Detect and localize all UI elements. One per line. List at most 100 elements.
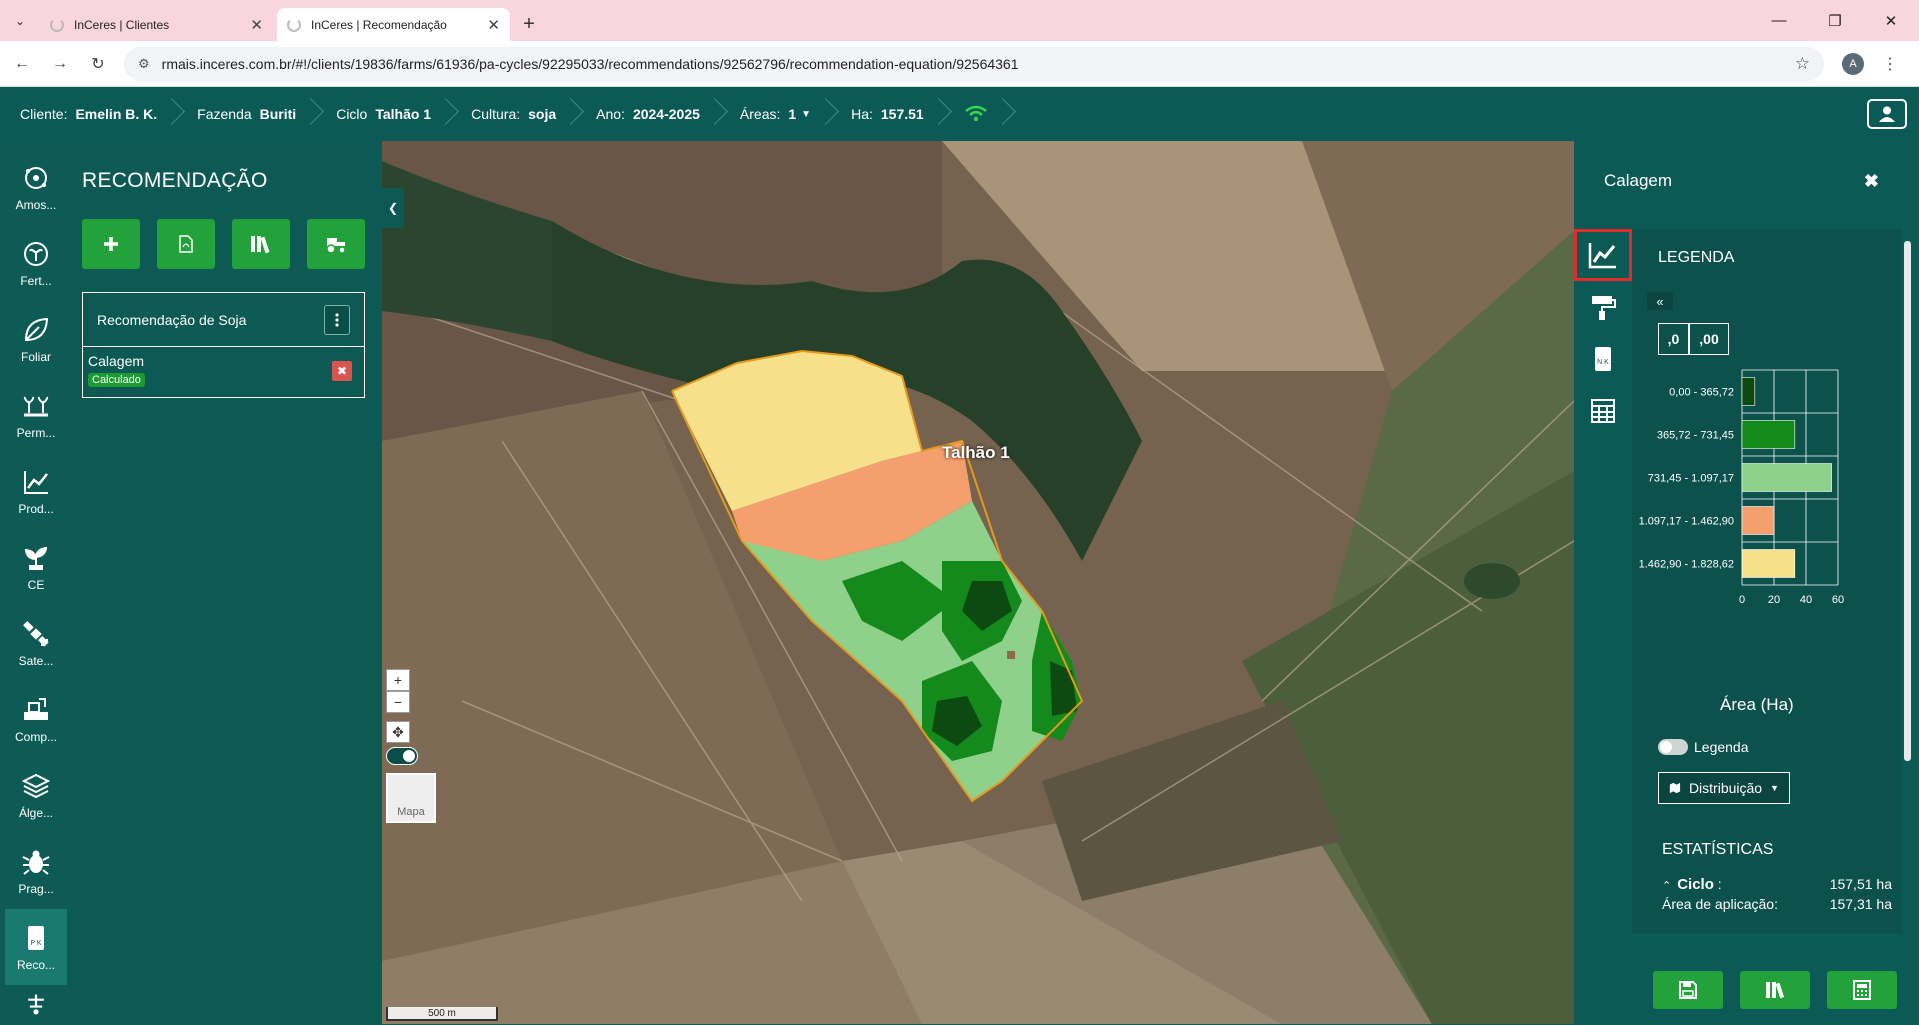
layer-toggle-switch[interactable] — [386, 747, 418, 765]
legend-title: LEGENDA — [1658, 249, 1735, 266]
rail-item-recomendacao[interactable]: P K Reco... — [5, 909, 67, 985]
stats-value: 157,31 ha — [1829, 896, 1892, 912]
rail-item-compactacao[interactable]: Comp... — [5, 681, 67, 757]
machinery-button[interactable] — [307, 219, 365, 269]
restore-icon[interactable]: ❐ — [1807, 0, 1863, 41]
crumb-key: Áreas: — [739, 106, 781, 122]
rail-item-label: Reco... — [16, 957, 55, 972]
close-icon[interactable]: ✖ — [1864, 171, 1879, 192]
crumb-ciclo[interactable]: Ciclo Talhão 1 — [316, 87, 451, 141]
crumb-ano[interactable]: Ano: 2024-2025 — [576, 87, 720, 141]
recommendation-item-name: Calagem — [88, 353, 145, 369]
decrease-decimals-button[interactable]: ,0 — [1658, 323, 1689, 355]
rail-item-pragas[interactable]: Prag... — [5, 833, 67, 909]
crumb-ha: Ha: 157.51 — [831, 87, 944, 141]
add-recommendation-button[interactable] — [82, 219, 140, 269]
site-info-icon[interactable]: ⚙ — [138, 56, 150, 72]
details-panel-header: Calagem ✖ — [1574, 141, 1919, 221]
profile-avatar[interactable]: A — [1842, 52, 1864, 75]
window-close-icon[interactable]: ✕ — [1863, 0, 1919, 41]
more-options-icon[interactable] — [324, 304, 350, 335]
paint-roller-tool[interactable] — [1574, 281, 1632, 333]
pan-move-icon[interactable]: ✥ — [386, 721, 410, 743]
field-label: Talhão 1 — [942, 443, 1010, 462]
rail-item-fertilidade[interactable]: Fert... — [5, 225, 67, 301]
legend-chart-tool[interactable] — [1574, 229, 1632, 281]
rail-item-amostragem[interactable]: Amos... — [5, 149, 67, 225]
tab-search-chevron-icon[interactable]: ⌄ — [0, 0, 40, 41]
details-scrollbar[interactable] — [1904, 241, 1911, 761]
books-icon — [1765, 982, 1784, 999]
url-input[interactable]: ⚙ rmais.inceres.com.br/#!/clients/19836/… — [124, 46, 1824, 81]
rail-item-algebra[interactable]: Álge... — [5, 757, 67, 833]
legend-toggle[interactable]: Legenda — [1658, 739, 1749, 755]
collapse-legend-button[interactable]: « — [1646, 291, 1674, 311]
collapse-panel-button[interactable]: ❮ — [382, 188, 404, 228]
crumb-fazenda[interactable]: Fazenda Buriti — [177, 87, 316, 141]
rail-item-satelite[interactable]: Sate... — [5, 605, 67, 681]
rail-item-permanentes[interactable]: Perm... — [5, 377, 67, 453]
reload-icon[interactable]: ↻ — [82, 48, 114, 80]
new-tab-icon[interactable]: + — [514, 8, 544, 41]
loading-spinner-icon — [287, 17, 301, 32]
save-button[interactable] — [1652, 971, 1723, 1009]
legend-bar-chart: 0,00 - 365,72 365,72 - 731,45 731,45 - 1.0… — [1639, 369, 1844, 606]
tab-close-icon[interactable]: ✕ — [487, 16, 500, 34]
category-label: 365,72 - 731,45 — [1657, 430, 1734, 442]
back-icon[interactable]: ← — [6, 48, 38, 80]
url-text[interactable]: rmais.inceres.com.br/#!/clients/19836/fa… — [162, 56, 1795, 72]
rail-item-produtividade[interactable]: Prod... — [5, 453, 67, 529]
details-panel-title: Calagem — [1604, 171, 1673, 190]
toggle-switch[interactable] — [1658, 739, 1688, 755]
browser-menu-icon[interactable]: ⋮ — [1882, 54, 1898, 74]
calculate-button[interactable] — [1826, 971, 1897, 1009]
loading-spinner-icon — [50, 17, 64, 32]
sprout-icon — [24, 546, 48, 570]
crumb-areas-dropdown[interactable]: Áreas: 1 ▼ — [720, 87, 831, 141]
library-button[interactable] — [1739, 971, 1810, 1009]
svg-text:N K: N K — [1597, 359, 1609, 366]
rail-item-ce[interactable]: CE — [5, 529, 67, 605]
stats-row-ciclo: ⌃ Ciclo : 157,51 ha — [1662, 876, 1892, 893]
recommendation-card-header[interactable]: Recomendação de Soja — [83, 293, 364, 347]
recommendation-actions — [82, 219, 368, 269]
delete-item-button[interactable]: ✖ — [332, 361, 352, 381]
crumb-key: Cliente: — [20, 106, 68, 122]
minimize-icon[interactable]: — — [1751, 0, 1807, 41]
tick-label: 20 — [1768, 594, 1780, 606]
increase-decimals-button[interactable]: ,00 — [1689, 323, 1729, 355]
decimal-buttons: ,0 ,00 — [1658, 323, 1729, 355]
chevron-up-icon[interactable]: ⌃ — [1662, 880, 1671, 892]
tractor-icon — [326, 238, 346, 254]
rail-item-label: Fert... — [20, 273, 52, 288]
status-badge: Calculado — [88, 373, 145, 387]
browser-tab-recomendacao[interactable]: InCeres | Recomendação ✕ — [277, 8, 510, 41]
zoom-out-button[interactable]: − — [386, 691, 410, 713]
forward-icon[interactable]: → — [44, 48, 76, 80]
user-account-button[interactable] — [1867, 99, 1907, 129]
crumb-cultura[interactable]: Cultura: soja — [451, 87, 576, 141]
bookmark-star-icon[interactable]: ☆ — [1795, 54, 1810, 74]
library-button[interactable] — [232, 219, 290, 269]
crumb-key: Ciclo — [336, 106, 368, 122]
rail-item-foliar[interactable]: Foliar — [5, 301, 67, 377]
zoom-in-button[interactable]: + — [386, 669, 410, 691]
calculator-tool[interactable] — [1574, 385, 1632, 437]
rail-item-sprayer[interactable] — [5, 985, 67, 1025]
basemap-selector[interactable]: Mapa — [386, 773, 436, 823]
export-pdf-button[interactable] — [157, 219, 215, 269]
tab-close-icon[interactable]: ✕ — [250, 16, 263, 34]
stats-row-area-aplicacao: Área de aplicação: 157,31 ha — [1662, 896, 1892, 912]
crumb-cliente[interactable]: Cliente: Emelin B. K. — [0, 87, 177, 141]
recommendation-doc-tool[interactable]: N K — [1574, 333, 1632, 385]
rail-item-label: Prag... — [18, 881, 54, 896]
tick-label: 40 — [1800, 594, 1812, 606]
basemap-label: Mapa — [397, 806, 425, 818]
sample-point-marker — [1007, 651, 1015, 659]
map-view[interactable]: Talhão 1 + − ✥ Mapa 500 m — [382, 141, 1574, 1024]
recommendation-item-calagem[interactable]: Calagem Calculado ✖ — [83, 347, 364, 397]
distribution-dropdown[interactable]: Distribuição ▼ — [1658, 772, 1790, 804]
leaf-icon — [24, 317, 49, 341]
wifi-icon — [964, 105, 987, 122]
browser-tab-clientes[interactable]: InCeres | Clientes ✕ — [40, 8, 273, 41]
